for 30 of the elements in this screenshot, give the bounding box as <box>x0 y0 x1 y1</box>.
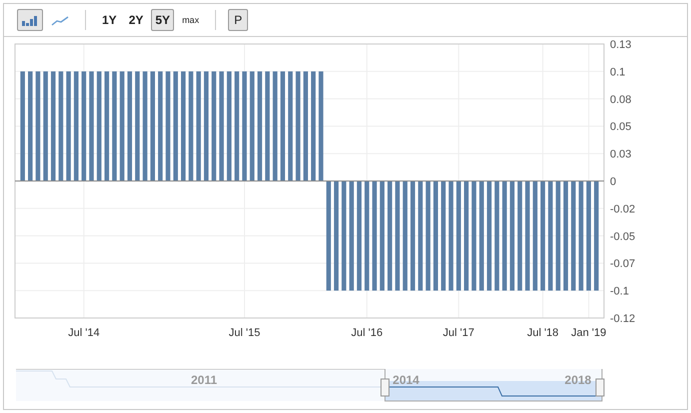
y-axis-label: -0.05 <box>610 230 636 243</box>
x-axis-label: Jul '18 <box>527 327 559 339</box>
x-axis-label: Jan '19 <box>571 327 606 339</box>
y-axis-label: -0.02 <box>610 203 636 216</box>
range-button[interactable]: 5Y <box>151 9 174 31</box>
x-axis-label: Jul '17 <box>442 327 474 339</box>
bar-chart-button[interactable] <box>17 9 43 31</box>
navigator-label: 2018 <box>564 373 592 387</box>
y-axis-label: 0.1 <box>610 66 626 78</box>
range-button[interactable]: 1Y <box>98 9 121 31</box>
range-handle[interactable] <box>596 378 604 396</box>
x-axis-label: Jul '14 <box>68 327 100 339</box>
range-handle[interactable] <box>380 378 390 396</box>
y-axis-label: 0.08 <box>610 94 632 106</box>
navigator-label: 2014 <box>392 373 420 387</box>
range-button[interactable]: 2Y <box>124 9 148 31</box>
y-axis-label: -0.07 <box>610 258 636 270</box>
x-axis-label: Jul '15 <box>228 327 260 339</box>
bar-chart-icon <box>22 16 37 26</box>
y-axis-label: 0.03 <box>610 148 632 161</box>
y-axis-label: 0.05 <box>610 121 632 134</box>
line-chart-icon <box>52 16 68 26</box>
y-axis-label: 0.13 <box>610 39 632 51</box>
x-axis-label: Jul '16 <box>351 327 383 339</box>
navigator-label: 2011 <box>190 373 218 387</box>
print-button[interactable]: P <box>228 9 248 31</box>
range-button[interactable]: max <box>178 9 204 31</box>
y-axis-label: 0 <box>610 176 616 188</box>
y-axis-label: -0.12 <box>610 313 636 325</box>
y-axis-label: -0.1 <box>610 286 629 298</box>
